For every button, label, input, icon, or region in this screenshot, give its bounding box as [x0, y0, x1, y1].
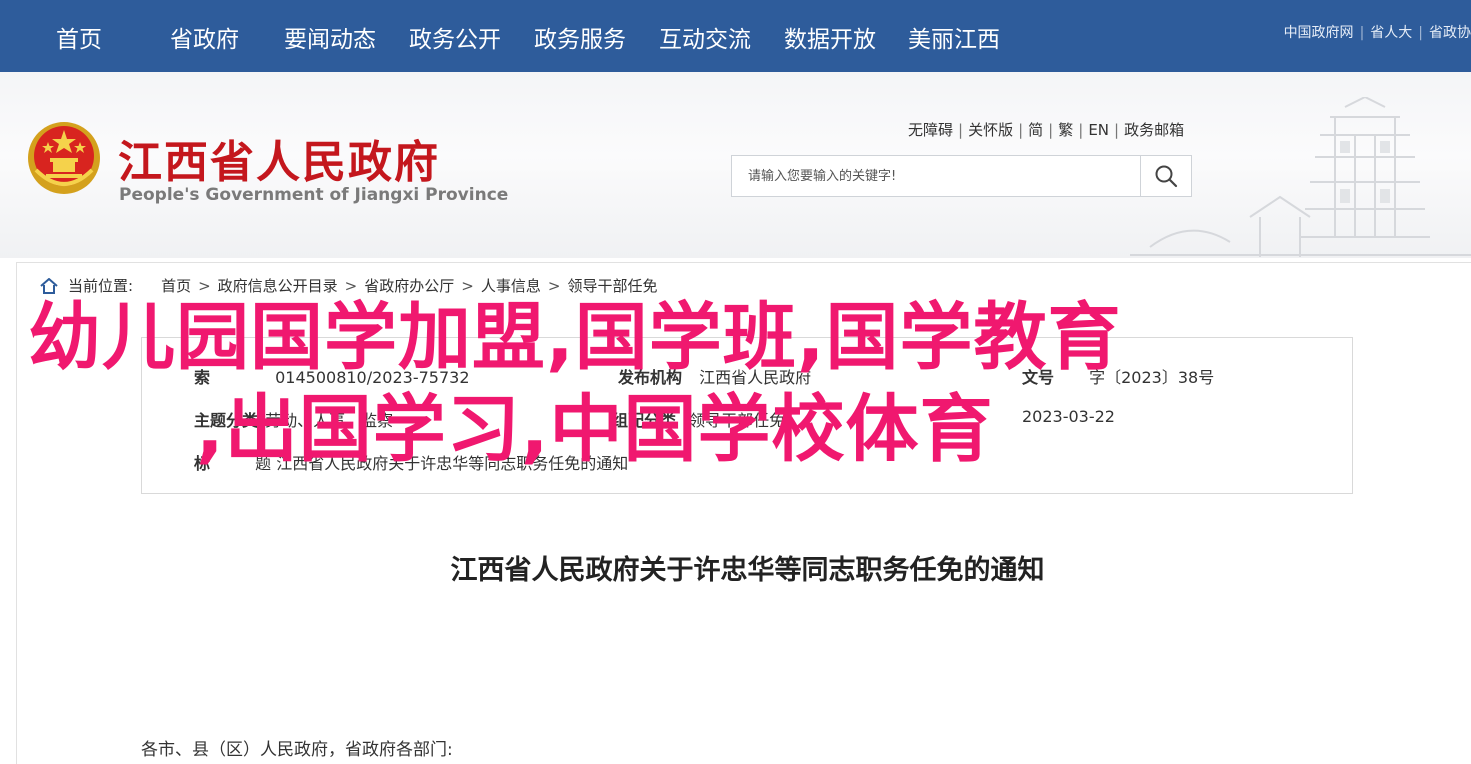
accessibility-link[interactable]: 无障碍 — [908, 121, 953, 139]
overlay-headline-line-1: 幼儿园国学加盟,国学班,国学教育 — [28, 295, 1122, 380]
article-title: 江西省人民政府关于许忠华等同志职务任免的通知 — [450, 555, 1045, 586]
search-bar — [731, 155, 1192, 197]
nav-item-provincial-government[interactable]: 省政府 — [170, 20, 239, 54]
link-provincial-congress[interactable]: 省人大 — [1370, 25, 1412, 41]
nav-item-interaction[interactable]: 互动交流 — [659, 20, 751, 54]
divider: | — [1418, 25, 1423, 41]
search-icon — [1155, 165, 1178, 188]
english-link[interactable]: EN — [1088, 121, 1109, 139]
overlay-headline: 幼儿园国学加盟,国学班,国学教育 ,出国学习,中国学校体育 — [28, 292, 1358, 476]
traditional-chinese-link[interactable]: 繁 — [1058, 121, 1073, 139]
divider: | — [1114, 121, 1120, 139]
divider: | — [1359, 25, 1365, 41]
divider: | — [1048, 121, 1054, 139]
nav-item-government-services[interactable]: 政务服务 — [534, 20, 626, 54]
top-navigation: 首页 省政府 要闻动态 政务公开 政务服务 互动交流 数据开放 美丽江西 中国政… — [0, 0, 1471, 72]
article-salutation: 各市、县（区）人民政府，省政府各部门: — [141, 740, 453, 760]
link-central-government[interactable]: 中国政府网 — [1284, 25, 1354, 41]
divider: | — [958, 121, 964, 139]
nav-item-government-affairs-disclosure[interactable]: 政务公开 — [409, 20, 501, 54]
external-links: 中国政府网 | 省人大 | 省政协 — [1284, 22, 1471, 42]
site-header: 江西省人民政府 People's Government of Jiangxi P… — [0, 72, 1471, 258]
nav-item-beautiful-jiangxi[interactable]: 美丽江西 — [908, 20, 1000, 54]
divider: | — [1078, 121, 1084, 139]
utility-links: 无障碍 | 关怀版 | 简 | 繁 | EN | 政务邮箱 — [908, 119, 1184, 140]
search-input[interactable] — [732, 156, 1142, 196]
site-logo-english: People's Government of Jiangxi Province — [119, 185, 509, 205]
nav-item-open-data[interactable]: 数据开放 — [784, 20, 876, 54]
elderly-mode-link[interactable]: 关怀版 — [968, 121, 1013, 139]
divider: | — [1018, 121, 1024, 139]
link-provincial-cppcc[interactable]: 省政协 — [1429, 25, 1471, 41]
overlay-headline-line-2: ,出国学习,中国学校体育 — [196, 387, 994, 472]
nav-item-home[interactable]: 首页 — [56, 20, 102, 54]
nav-item-news[interactable]: 要闻动态 — [284, 20, 376, 54]
national-emblem-icon — [28, 122, 100, 194]
government-mailbox-link[interactable]: 政务邮箱 — [1124, 121, 1184, 139]
simplified-chinese-link[interactable]: 简 — [1028, 121, 1043, 139]
site-logo-chinese[interactable]: 江西省人民政府 — [118, 126, 440, 190]
search-button[interactable] — [1140, 156, 1191, 196]
